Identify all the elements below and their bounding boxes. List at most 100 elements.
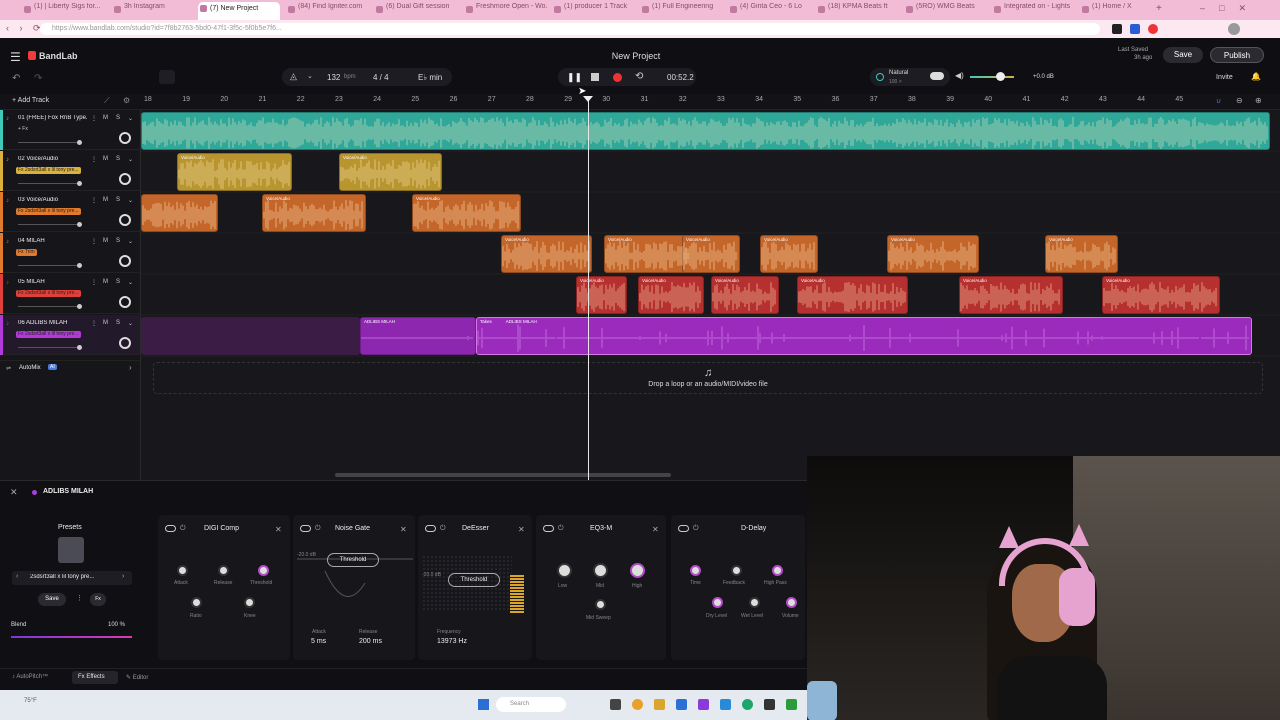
undo-icon[interactable]: ↶ xyxy=(12,73,20,84)
chrome-icon[interactable] xyxy=(632,699,643,710)
chevron-down-icon[interactable]: ⌄ xyxy=(128,115,133,122)
track-name[interactable]: 06 ADLIBS MILAH xyxy=(18,320,88,326)
solo-button[interactable]: S xyxy=(116,238,120,244)
track-pan-knob[interactable] xyxy=(119,255,131,267)
effect-toggle[interactable] xyxy=(678,525,689,532)
power-icon[interactable]: ⏻ xyxy=(693,525,699,533)
track-fx-chip[interactable]: Fx 2sdsrt3all x lil tony pre... xyxy=(16,167,81,174)
dry-level-knob[interactable] xyxy=(712,597,723,608)
mute-button[interactable]: M xyxy=(103,279,108,285)
track-header[interactable]: ♪ 06 ADLIBS MILAH Fx 2sdsrt3all x lil tony… xyxy=(0,315,140,355)
remove-effect-icon[interactable]: ✕ xyxy=(652,525,659,534)
automix-row[interactable]: ⇌ AutoMix AI › xyxy=(0,360,140,376)
track-header[interactable]: ♪ 01 (FREE) Fox RnB Type... + Fx ⋮ M S ⌄ xyxy=(0,110,140,150)
bell-icon[interactable]: 🔔 xyxy=(1251,72,1261,81)
browser-tab[interactable]: (4) Ginta Ceo - 6 Lo xyxy=(728,3,812,18)
threshold-handle[interactable]: Threshold xyxy=(448,573,500,587)
master-volume-slider[interactable] xyxy=(970,76,1014,78)
invite-button[interactable]: Invite xyxy=(1216,74,1233,81)
menu-icon[interactable]: ☰ xyxy=(10,50,21,64)
new-tab-icon[interactable]: + xyxy=(1156,3,1162,14)
close-icon[interactable]: ✕ xyxy=(10,487,18,498)
tab-editor[interactable]: ✎ Editor xyxy=(126,674,148,681)
speaker-icon[interactable]: ◀) xyxy=(955,71,964,80)
settings-icon[interactable]: ⚙ xyxy=(123,96,130,105)
chevron-down-icon[interactable]: ⌄ xyxy=(128,279,133,286)
effect-toggle[interactable] xyxy=(300,525,311,532)
window-controls-icon[interactable]: –□✕ xyxy=(1200,3,1260,14)
app-icon[interactable] xyxy=(698,699,709,710)
browser-tab[interactable]: (18) KPMA Beats ft xyxy=(816,3,900,18)
chevron-down-icon[interactable]: ⌄ xyxy=(128,238,133,245)
track-fx-chip[interactable]: + Fx xyxy=(16,126,30,133)
track-more-icon[interactable]: ⋮ xyxy=(91,320,97,327)
track-fx-chip[interactable]: Fx 2sdsrt3all x lil tony pre... xyxy=(16,290,81,297)
steam-icon[interactable] xyxy=(764,699,775,710)
zoom-out-icon[interactable]: ⊖ xyxy=(1236,96,1243,105)
effect-toggle[interactable] xyxy=(425,525,436,532)
track-header[interactable]: ♪ 05 MILAH Fx 2sdsrt3all x lil tony pre...… xyxy=(0,274,140,314)
mid-sweep-knob[interactable] xyxy=(595,599,606,610)
file-explorer-icon[interactable] xyxy=(654,699,665,710)
effect-toggle[interactable] xyxy=(165,525,176,532)
mute-button[interactable]: M xyxy=(103,238,108,244)
low-knob[interactable] xyxy=(557,563,572,578)
master-preset-name[interactable]: Natural xyxy=(889,70,908,76)
tab-autopitch[interactable]: ♪ AutoPitch™ xyxy=(12,674,48,680)
threshold-handle[interactable]: Threshold xyxy=(327,553,379,567)
knee-knob[interactable] xyxy=(244,597,255,608)
solo-button[interactable]: S xyxy=(116,279,120,285)
track-name[interactable]: 05 MILAH xyxy=(18,279,88,285)
tempo-value[interactable]: 132 xyxy=(327,73,340,82)
attack-knob[interactable] xyxy=(177,565,188,576)
chevron-down-icon[interactable]: ⌄ xyxy=(307,72,313,80)
mute-button[interactable]: M xyxy=(103,156,108,162)
release-knob[interactable] xyxy=(218,565,229,576)
profile-avatar[interactable] xyxy=(1228,23,1240,35)
track-more-icon[interactable]: ⋮ xyxy=(91,197,97,204)
track-more-icon[interactable]: ⋮ xyxy=(91,115,97,122)
attack-value[interactable]: 5 ms xyxy=(311,638,326,645)
preset-prev-icon[interactable]: ‹ xyxy=(16,573,18,580)
browser-tab[interactable]: 3h Instagram xyxy=(112,3,196,18)
volume-knob[interactable] xyxy=(786,597,797,608)
publish-button[interactable]: Publish xyxy=(1210,47,1264,63)
high-pass-knob[interactable] xyxy=(772,565,783,576)
task-view-icon[interactable] xyxy=(610,699,621,710)
browser-tab[interactable]: (84) Find Igniter.com xyxy=(286,3,370,18)
browser-tab[interactable]: Integrated on - Lights xyxy=(992,3,1076,18)
track-fx-chip[interactable]: Fx Trim xyxy=(16,249,37,256)
track-more-icon[interactable]: ⋮ xyxy=(91,238,97,245)
snap-icon[interactable]: ∪ xyxy=(1216,97,1221,105)
weather-widget[interactable]: 75°F xyxy=(24,698,37,704)
solo-button[interactable]: S xyxy=(116,197,120,203)
track-volume-slider[interactable] xyxy=(18,181,82,186)
track-pan-knob[interactable] xyxy=(119,337,131,349)
browser-tab-active[interactable]: (7) New Project xyxy=(198,2,280,20)
record-icon[interactable] xyxy=(613,73,622,82)
tools-icon[interactable]: ⟋ xyxy=(104,96,110,106)
browser-tab[interactable]: (1) Home / X xyxy=(1080,3,1136,18)
mid-knob[interactable] xyxy=(593,563,608,578)
track-pan-knob[interactable] xyxy=(119,214,131,226)
solo-button[interactable]: S xyxy=(116,156,120,162)
remove-effect-icon[interactable]: ✕ xyxy=(518,525,525,534)
chevron-down-icon[interactable]: ⌄ xyxy=(128,156,133,163)
mute-button[interactable]: M xyxy=(103,197,108,203)
fx-button[interactable]: Fx xyxy=(90,593,106,606)
browser-tab[interactable]: (5RO) WMG Beats xyxy=(904,3,988,18)
save-button[interactable]: Save xyxy=(1163,47,1203,63)
track-pan-knob[interactable] xyxy=(119,296,131,308)
preset-save-button[interactable]: Save xyxy=(38,593,66,606)
pause-icon[interactable]: ❚❚ xyxy=(567,72,582,83)
mute-button[interactable]: M xyxy=(103,115,108,121)
mail-icon[interactable] xyxy=(720,699,731,710)
taskbar-search[interactable]: Search xyxy=(496,697,566,712)
app-icon[interactable] xyxy=(786,699,797,710)
timeline-ruler[interactable]: 18 19 20 21 22 23 24 25 26 27 28 29 30 31 32 33 34 35 36 37… xyxy=(140,94,1280,110)
add-track-button[interactable]: + Add Track xyxy=(12,97,49,104)
extension-icon[interactable] xyxy=(1112,24,1122,34)
track-more-icon[interactable]: ⋮ xyxy=(91,279,97,286)
track-name[interactable]: 03 Voice/Audio xyxy=(18,197,88,203)
horizontal-scrollbar[interactable] xyxy=(335,473,671,477)
